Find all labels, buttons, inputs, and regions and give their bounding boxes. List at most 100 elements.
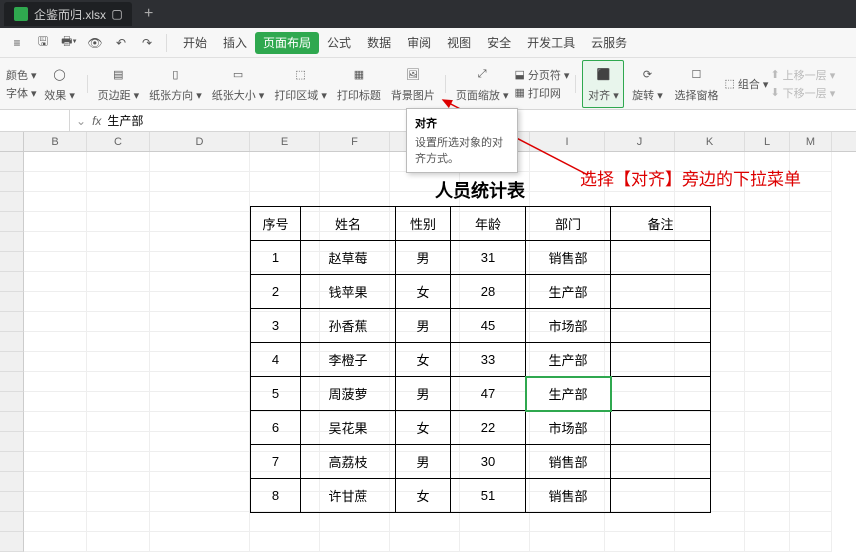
col-header-C[interactable]: C xyxy=(87,132,150,151)
row-header[interactable] xyxy=(0,432,24,452)
ribbon-tab-4[interactable]: 数据 xyxy=(359,32,399,54)
row-header[interactable] xyxy=(0,412,24,432)
row-header[interactable] xyxy=(0,192,24,212)
ribbon-tab-9[interactable]: 云服务 xyxy=(583,32,635,54)
cell-name[interactable]: 赵草莓 xyxy=(301,241,396,275)
cell-sex[interactable]: 男 xyxy=(396,445,451,479)
pagebreak-button[interactable]: ⬓ 分页符 ▾ xyxy=(514,67,569,83)
row-header[interactable] xyxy=(0,492,24,512)
preview-icon[interactable]: 👁 xyxy=(84,32,106,54)
print-dd-icon[interactable]: 🖶▾ xyxy=(58,32,80,54)
cell-dept[interactable]: 市场部 xyxy=(526,411,611,445)
margin-button[interactable]: ▤ 页边距 ▾ xyxy=(94,60,144,108)
col-header-D[interactable]: D xyxy=(150,132,250,151)
formula-input[interactable]: 生产部 xyxy=(107,112,143,129)
bg-image-button[interactable]: 🖼 背景图片 xyxy=(387,60,439,108)
row-header[interactable] xyxy=(0,232,24,252)
col-header-M[interactable]: M xyxy=(790,132,832,151)
col-header-B[interactable]: B xyxy=(24,132,87,151)
redo-icon[interactable]: ↷ xyxy=(136,32,158,54)
fx-icon[interactable]: fx xyxy=(92,114,101,128)
cell-name[interactable]: 高荔枝 xyxy=(301,445,396,479)
row-header[interactable] xyxy=(0,272,24,292)
cell-name[interactable]: 钱苹果 xyxy=(301,275,396,309)
row-header[interactable] xyxy=(0,252,24,272)
table-row[interactable]: 2钱苹果女28生产部 xyxy=(251,275,711,309)
fx-cancel-icon[interactable]: ⌄ xyxy=(76,114,86,128)
cell-sex[interactable]: 女 xyxy=(396,343,451,377)
col-header-I[interactable]: I xyxy=(530,132,605,151)
cell-age[interactable]: 47 xyxy=(451,377,526,411)
table-row[interactable]: 5周菠萝男47生产部 xyxy=(251,377,711,411)
cell-seq[interactable]: 6 xyxy=(251,411,301,445)
cell-age[interactable]: 31 xyxy=(451,241,526,275)
row-header[interactable] xyxy=(0,352,24,372)
table-row[interactable]: 4李橙子女33生产部 xyxy=(251,343,711,377)
ribbon-tab-0[interactable]: 开始 xyxy=(175,32,215,54)
theme-color[interactable]: 颜色 ▾ xyxy=(6,67,37,83)
col-header-K[interactable]: K xyxy=(675,132,745,151)
cell-name[interactable]: 孙香蕉 xyxy=(301,309,396,343)
cell-note[interactable] xyxy=(611,377,711,411)
menu-icon[interactable]: ≡ xyxy=(6,32,28,54)
theme-font[interactable]: 字体 ▾ xyxy=(6,85,37,101)
cell-note[interactable] xyxy=(611,479,711,513)
theme-effect[interactable]: ◯ 效果 ▾ xyxy=(39,60,81,108)
row-header[interactable] xyxy=(0,212,24,232)
group-button[interactable]: ⬚ 组合 ▾ xyxy=(724,76,768,92)
cell-name[interactable]: 许甘蔗 xyxy=(301,479,396,513)
cell-note[interactable] xyxy=(611,275,711,309)
row-header[interactable] xyxy=(0,532,24,552)
cell-sex[interactable]: 女 xyxy=(396,479,451,513)
row-header[interactable] xyxy=(0,312,24,332)
row-header[interactable] xyxy=(0,452,24,472)
cell-note[interactable] xyxy=(611,445,711,479)
maximize-icon[interactable]: ▢ xyxy=(112,7,122,21)
ribbon-tab-6[interactable]: 视图 xyxy=(439,32,479,54)
row-header[interactable] xyxy=(0,472,24,492)
ribbon-tab-8[interactable]: 开发工具 xyxy=(519,32,583,54)
cell-name[interactable]: 李橙子 xyxy=(301,343,396,377)
row-header[interactable] xyxy=(0,512,24,532)
cell-age[interactable]: 51 xyxy=(451,479,526,513)
align-button[interactable]: ⬛ 对齐 ▾ xyxy=(582,60,624,108)
file-tab[interactable]: 企鉴而归.xlsx ▢ xyxy=(4,2,132,26)
cell-age[interactable]: 33 xyxy=(451,343,526,377)
paper-size-button[interactable]: ▭ 纸张大小 ▾ xyxy=(208,60,269,108)
cell-note[interactable] xyxy=(611,343,711,377)
row-header[interactable] xyxy=(0,372,24,392)
ribbon-tab-2[interactable]: 页面布局 xyxy=(255,32,319,54)
ribbon-tab-5[interactable]: 审阅 xyxy=(399,32,439,54)
cell-dept[interactable]: 生产部 xyxy=(526,377,611,411)
cell-age[interactable]: 28 xyxy=(451,275,526,309)
cell-note[interactable] xyxy=(611,411,711,445)
save-icon[interactable]: 🖫 xyxy=(32,32,54,54)
row-header[interactable] xyxy=(0,332,24,352)
cell-dept[interactable]: 销售部 xyxy=(526,241,611,275)
cell-dept[interactable]: 生产部 xyxy=(526,343,611,377)
cell-dept[interactable]: 市场部 xyxy=(526,309,611,343)
ribbon-tab-1[interactable]: 插入 xyxy=(215,32,255,54)
cell-sex[interactable]: 男 xyxy=(396,377,451,411)
selection-pane-button[interactable]: ☐ 选择窗格 xyxy=(670,60,722,108)
ribbon-tab-3[interactable]: 公式 xyxy=(319,32,359,54)
page-scale-button[interactable]: ⤢ 页面缩放 ▾ xyxy=(452,60,513,108)
cell-seq[interactable]: 8 xyxy=(251,479,301,513)
cell-name[interactable]: 吴花果 xyxy=(301,411,396,445)
print-grid-button[interactable]: ▦ 打印网 xyxy=(514,85,569,101)
cell-age[interactable]: 45 xyxy=(451,309,526,343)
orientation-button[interactable]: ▯ 纸张方向 ▾ xyxy=(145,60,206,108)
cell-sex[interactable]: 男 xyxy=(396,309,451,343)
grid-body[interactable]: 人员统计表 序号姓名性别年龄部门备注 1赵草莓男31销售部2钱苹果女28生产部3… xyxy=(0,152,856,559)
table-row[interactable]: 3孙香蕉男45市场部 xyxy=(251,309,711,343)
table-row[interactable]: 7高荔枝男30销售部 xyxy=(251,445,711,479)
name-box[interactable] xyxy=(0,110,70,131)
cell-age[interactable]: 22 xyxy=(451,411,526,445)
cell-sex[interactable]: 女 xyxy=(396,275,451,309)
row-header[interactable] xyxy=(0,392,24,412)
table-row[interactable]: 1赵草莓男31销售部 xyxy=(251,241,711,275)
cell-seq[interactable]: 3 xyxy=(251,309,301,343)
ribbon-tab-7[interactable]: 安全 xyxy=(479,32,519,54)
col-header-F[interactable]: F xyxy=(320,132,390,151)
col-header-E[interactable]: E xyxy=(250,132,320,151)
